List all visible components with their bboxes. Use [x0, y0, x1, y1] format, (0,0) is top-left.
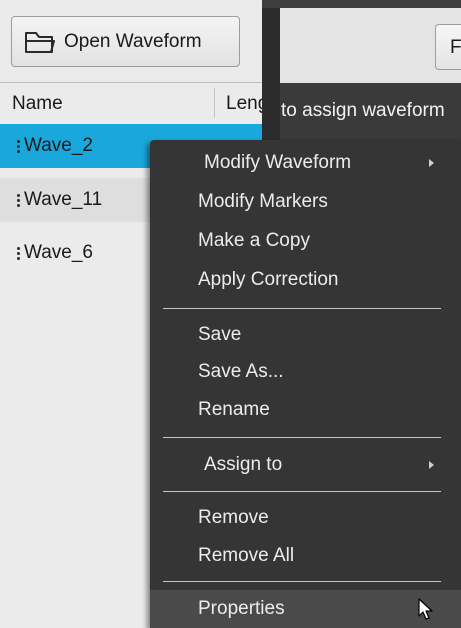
assign-hint-text: to assign waveform: [281, 100, 445, 121]
drag-grip-icon[interactable]: [17, 246, 20, 260]
menu-item-modify-waveform[interactable]: Modify Waveform: [150, 144, 461, 182]
toolbar-button[interactable]: F: [435, 24, 461, 70]
menu-item-label: Save As...: [198, 361, 284, 382]
menu-item-label: Save: [198, 324, 242, 345]
menu-item-label: Apply Correction: [198, 269, 339, 290]
submenu-arrow-icon: [429, 159, 434, 167]
folder-icon: [25, 31, 55, 53]
toolbar-divider: [0, 82, 262, 83]
menu-item-rename[interactable]: Rename: [150, 391, 461, 429]
context-menu: Modify Waveform Modify Markers Make a Co…: [150, 140, 461, 628]
window-top-bar: [262, 0, 461, 8]
menu-separator: [163, 491, 441, 492]
menu-item-make-copy[interactable]: Make a Copy: [150, 222, 461, 260]
menu-item-label: Modify Markers: [198, 191, 328, 212]
menu-item-label: Make a Copy: [198, 230, 310, 251]
drag-grip-icon[interactable]: [17, 193, 20, 207]
menu-item-label: Rename: [198, 399, 270, 420]
menu-item-apply-correction[interactable]: Apply Correction: [150, 261, 461, 299]
menu-item-save-as[interactable]: Save As...: [150, 353, 461, 391]
menu-item-properties[interactable]: Properties: [150, 590, 461, 628]
column-header-length[interactable]: Leng: [226, 93, 262, 115]
column-divider[interactable]: [214, 88, 215, 118]
drag-grip-icon[interactable]: [17, 139, 20, 153]
menu-item-label: Remove: [198, 507, 269, 528]
menu-separator: [163, 308, 441, 309]
list-item-label: Wave_2: [24, 135, 93, 156]
menu-item-label: Remove All: [198, 545, 295, 566]
list-item-label: Wave_11: [24, 189, 103, 210]
menu-item-label: Modify Waveform: [204, 152, 352, 173]
menu-item-label: Properties: [198, 598, 285, 619]
open-waveform-label: Open Waveform: [64, 30, 202, 52]
list-item-label: Wave_6: [24, 242, 93, 263]
menu-item-assign-to[interactable]: Assign to: [150, 446, 461, 484]
mouse-cursor-icon: [418, 598, 433, 620]
submenu-arrow-icon: [429, 461, 434, 469]
menu-item-remove-all[interactable]: Remove All: [150, 537, 461, 575]
menu-separator: [163, 437, 441, 438]
menu-item-remove[interactable]: Remove: [150, 499, 461, 537]
menu-item-label: Assign to: [204, 454, 283, 475]
open-waveform-button[interactable]: Open Waveform: [11, 16, 240, 67]
menu-item-modify-markers[interactable]: Modify Markers: [150, 183, 461, 221]
right-toolbar: F: [280, 8, 461, 83]
column-header-name[interactable]: Name: [12, 93, 63, 115]
menu-item-save[interactable]: Save: [150, 316, 461, 354]
menu-separator: [163, 581, 441, 582]
